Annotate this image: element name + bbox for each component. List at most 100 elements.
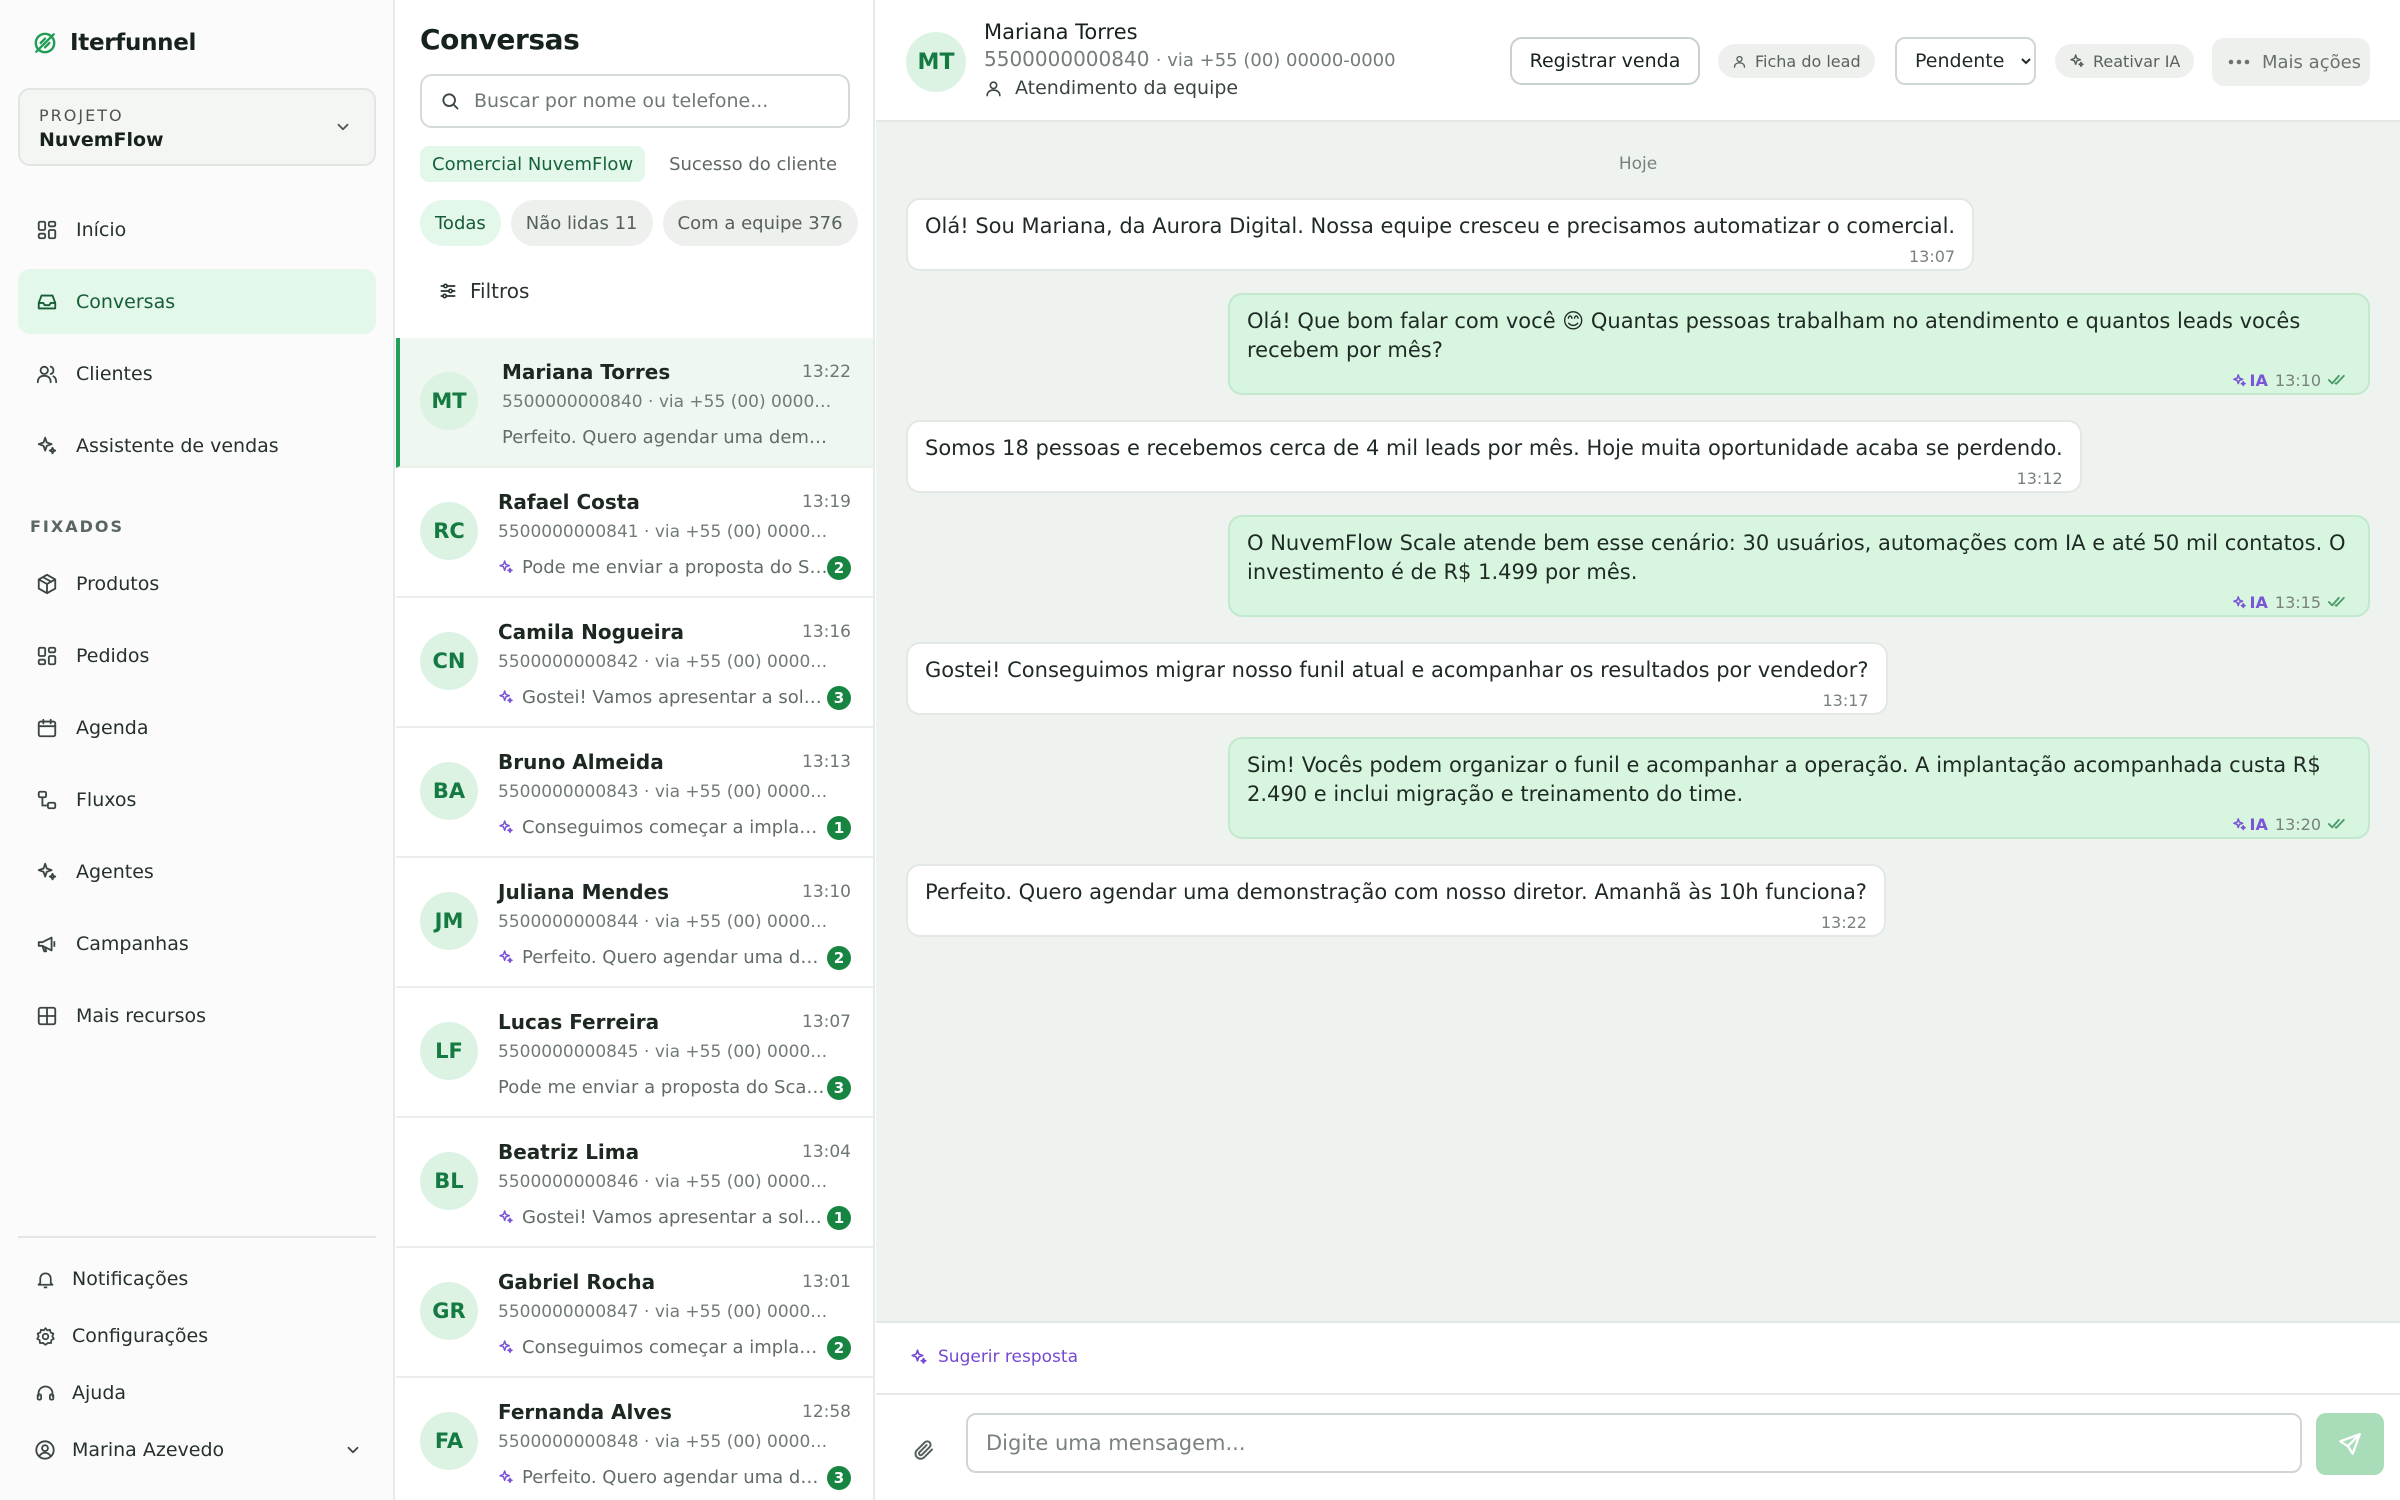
register-sale-button[interactable]: Registrar venda [1510,37,1700,85]
ai-sparkle-icon [498,1209,514,1225]
nav-item-inicio[interactable]: Início [18,197,376,262]
send-icon [2337,1431,2363,1457]
reactivate-ai-button[interactable]: Reativar IA [2055,44,2195,78]
conversation-preview: Pode me enviar a proposta do Scale? [498,554,828,580]
conversation-time: 13:10 [802,882,851,902]
ai-sparkle-icon [498,559,514,575]
chat-header: MT Mariana Torres 5500000000840 · via +5… [876,0,2400,122]
conversation-time: 13:07 [802,1012,851,1032]
conversation-row[interactable]: CN Camila Nogueira 13:16 5500000000842 · vi… [396,598,873,728]
conversation-name: Lucas Ferreira [498,1010,660,1034]
contact-avatar[interactable]: MT [906,32,966,92]
message-input[interactable] [966,1413,2302,1473]
chevron-down-icon [334,118,352,136]
conversation-preview: Conseguimos começar a implantação este m… [498,1334,828,1360]
more-actions-button[interactable]: Mais ações [2212,38,2370,86]
chip-com-a-equipe[interactable]: Com a equipe 376 [662,200,858,246]
conversation-meta: 5500000000845 · via +55 (00) 00000-0000 [498,1042,828,1062]
brand[interactable]: Iterfunnel [32,26,196,60]
conversation-row[interactable]: BA Bruno Almeida 13:13 5500000000843 · via … [396,728,873,858]
conversation-name: Bruno Almeida [498,750,664,774]
nav-item-label: Clientes [76,362,153,385]
message-footer: 13:12 [925,465,2063,491]
search-input[interactable] [474,90,834,112]
nav-item-fluxos[interactable]: Fluxos [18,767,376,832]
message-time: 13:17 [1822,690,1869,710]
paperclip-icon[interactable] [912,1437,936,1463]
assignment-line: Atendimento da equipe [984,77,1238,99]
conversation-preview: Perfeito. Quero agendar uma demonstração… [498,1464,828,1490]
reactivate-ai-label: Reativar IA [2093,51,2181,71]
conversation-avatar: MT [420,372,478,430]
nav-item-agenda[interactable]: Agenda [18,695,376,760]
nav-item-agentes[interactable]: Agentes [18,839,376,904]
message-composer [876,1395,2400,1500]
list-title: Conversas [420,23,580,56]
search-icon [440,91,460,111]
project-selector[interactable]: PROJETO NuvemFlow [18,88,376,166]
nav-item-notificacoes[interactable]: Notificações [18,1254,376,1304]
tab-pipeline-comercial[interactable]: Comercial NuvemFlow [420,146,646,182]
conversation-row[interactable]: LF Lucas Ferreira 13:07 5500000000845 · via… [396,988,873,1118]
chip-nao-lidas[interactable]: Não lidas 11 [510,200,653,246]
nav-item-label: Pedidos [76,644,150,667]
sparkles-icon [2069,53,2085,69]
chat-panel: MT Mariana Torres 5500000000840 · via +5… [876,0,2400,1500]
day-separator: Hoje [1618,154,1658,174]
sparkles-icon [2232,373,2247,388]
status-select[interactable]: Pendente [1895,37,2036,85]
conversation-name: Beatriz Lima [498,1140,640,1164]
user-icon [984,79,1003,98]
suggest-reply-label: Sugerir resposta [938,1347,1078,1367]
nav-item-clientes[interactable]: Clientes [18,341,376,406]
conversation-row[interactable]: JM Juliana Mendes 13:10 5500000000844 · via… [396,858,873,988]
conversation-row[interactable]: RC Rafael Costa 13:19 5500000000841 · via +… [396,468,873,598]
nav-item-ajuda[interactable]: Ajuda [18,1368,376,1418]
nav-item-pedidos[interactable]: Pedidos [18,623,376,688]
conversation-preview: Gostei! Vamos apresentar a solução ao ti… [498,1204,828,1230]
conversation-name: Rafael Costa [498,490,640,514]
more-horizontal-icon [2228,58,2250,66]
user-menu[interactable]: Marina Azevedo [18,1425,376,1475]
send-button[interactable] [2316,1413,2384,1475]
conversation-row[interactable]: BL Beatriz Lima 13:04 5500000000846 · via +… [396,1118,873,1248]
conversation-row[interactable]: MT Mariana Torres 13:22 5500000000840 · via… [396,338,873,468]
suggest-reply-button[interactable]: Sugerir resposta [910,1347,1078,1367]
conversation-preview-text: Perfeito. Quero agendar uma demonstração… [522,1466,828,1488]
conversation-list-panel: Conversas Comercial NuvemFlow Sucesso do… [396,0,875,1500]
ai-tag: IA [2232,810,2268,839]
nav-item-produtos[interactable]: Produtos [18,551,376,616]
message-time: 13:10 [2274,370,2321,390]
double-check-icon [2328,373,2348,387]
filters-button[interactable]: Filtros [438,276,529,306]
outgoing-message: Olá! Que bom falar com você 😊 Quantas pe… [1228,293,2370,395]
conversation-name: Gabriel Rocha [498,1270,656,1294]
lead-card-button[interactable]: Ficha do lead [1718,44,1875,78]
conversation-preview-text: Perfeito. Quero agendar uma demonstração… [522,946,828,968]
nav-item-label: Notificações [72,1268,189,1290]
conversation-time: 13:16 [802,622,851,642]
outgoing-message: Sim! Vocês podem organizar o funil e aco… [1228,737,2370,839]
ai-sparkle-icon [498,1469,514,1485]
ai-tag-label: IA [2249,592,2268,612]
search-box[interactable] [420,74,850,128]
message-text: O NuvemFlow Scale atende bem esse cenári… [1247,531,2346,584]
tab-pipeline-sucesso[interactable]: Sucesso do cliente [657,146,849,182]
nav-item-label: Fluxos [76,788,137,811]
nav-item-configuracoes[interactable]: Configurações [18,1311,376,1361]
user-name: Marina Azevedo [72,1439,225,1461]
users-icon [34,361,60,387]
conversation-row[interactable]: GR Gabriel Rocha 13:01 5500000000847 · via … [396,1248,873,1378]
user-icon [1732,54,1747,69]
nav-item-campanhas[interactable]: Campanhas [18,911,376,976]
chip-todas[interactable]: Todas [420,200,501,246]
nav-item-mais-recursos[interactable]: Mais recursos [18,983,376,1048]
message-footer: IA 13:15 [1247,589,2348,615]
message-text: Sim! Vocês podem organizar o funil e aco… [1247,753,2321,806]
conversation-preview-text: Conseguimos começar a implantação este m… [522,1336,828,1358]
unread-badge: 3 [827,1466,851,1490]
nav-item-conversas[interactable]: Conversas [18,269,376,334]
conversation-row[interactable]: FA Fernanda Alves 12:58 5500000000848 · via… [396,1378,873,1500]
conversation-preview: Perfeito. Quero agendar uma demonstração… [498,944,828,970]
nav-item-assistente[interactable]: Assistente de vendas [18,413,376,478]
